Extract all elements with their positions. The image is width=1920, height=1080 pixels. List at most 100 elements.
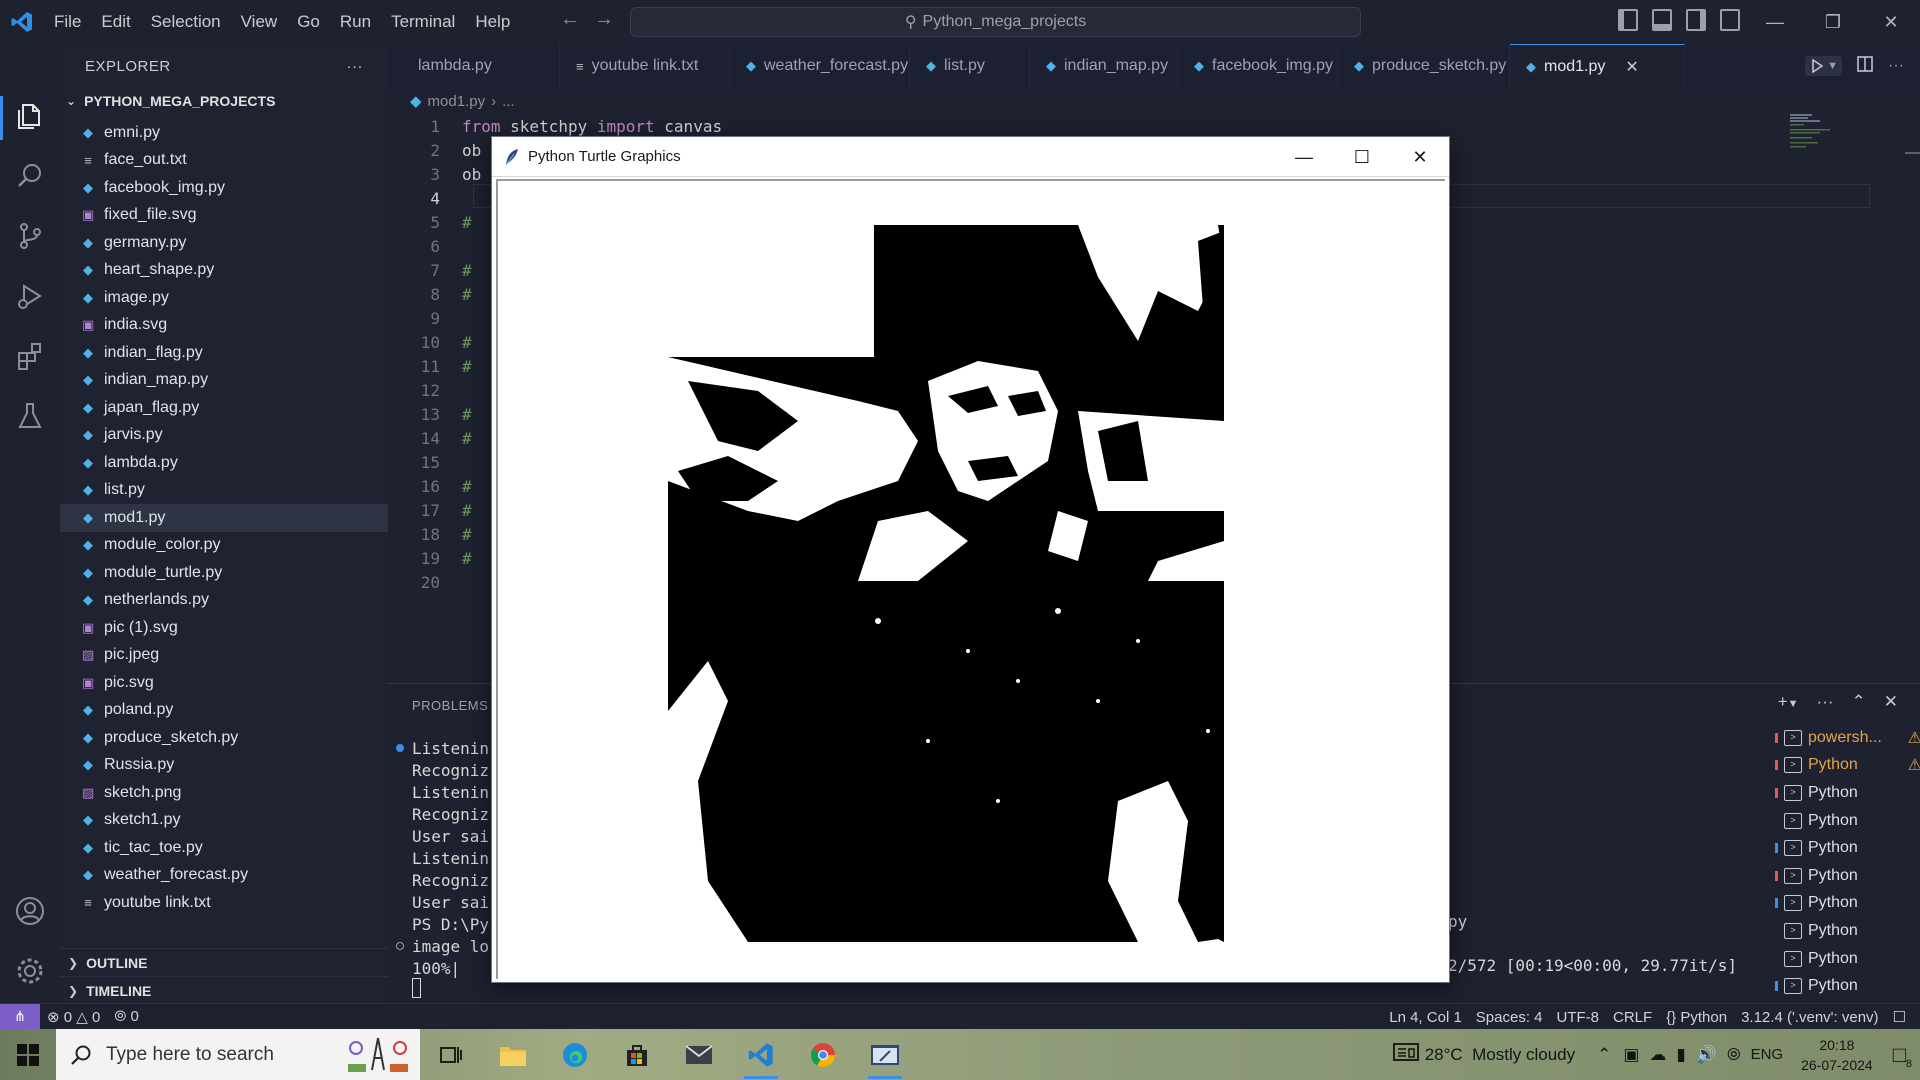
terminal-instance[interactable]: > Python: [1775, 972, 1920, 1000]
minimize-icon[interactable]: —: [1746, 0, 1804, 44]
extensions-icon[interactable]: [14, 340, 46, 372]
file-item[interactable]: ▣ india.svg: [60, 312, 388, 340]
file-item[interactable]: ◆ weather_forecast.py: [60, 862, 388, 890]
task-view-icon[interactable]: [420, 1029, 482, 1080]
terminal-instance[interactable]: > Python: [1775, 834, 1920, 862]
close-tab-icon[interactable]: ✕: [1625, 57, 1638, 77]
file-item[interactable]: ◆ image.py: [60, 284, 388, 312]
breadcrumb-file[interactable]: mod1.py: [428, 93, 486, 110]
taskbar-search[interactable]: Type here to search: [56, 1029, 420, 1080]
remote-indicator-icon[interactable]: ⋔: [0, 1003, 40, 1030]
more-actions-icon[interactable]: ···: [1888, 57, 1904, 75]
terminal-instance[interactable]: > Python: [1784, 945, 1920, 973]
tab-lambda-py[interactable]: lambda.py: [388, 44, 560, 88]
file-item[interactable]: ◆ mod1.py: [60, 504, 388, 532]
problems-status[interactable]: ⊗ 0 △ 0: [40, 1008, 107, 1026]
mail-icon[interactable]: [668, 1029, 730, 1080]
minimap[interactable]: [1788, 112, 1848, 152]
close-icon[interactable]: ✕: [1391, 137, 1449, 177]
tab-weather-forecast-py[interactable]: ◆ weather_forecast.py: [730, 44, 910, 88]
language-mode[interactable]: {} Python: [1659, 1009, 1734, 1026]
toggle-panel-icon[interactable]: [1652, 9, 1672, 31]
file-item[interactable]: ◆ emni.py: [60, 119, 388, 147]
file-item[interactable]: ◆ indian_flag.py: [60, 339, 388, 367]
customize-layout-icon[interactable]: [1720, 9, 1740, 31]
ports-status[interactable]: ⦾ 0: [107, 1008, 146, 1025]
file-item[interactable]: ≡ youtube link.txt: [60, 889, 388, 917]
terminal-instance[interactable]: > Python ⚠: [1775, 752, 1920, 780]
file-item[interactable]: ◆ list.py: [60, 477, 388, 505]
folder-root[interactable]: ⌄ PYTHON_MEGA_PROJECTS: [60, 88, 388, 114]
menu-terminal[interactable]: Terminal: [381, 7, 465, 37]
terminal-instance[interactable]: > Python: [1784, 807, 1920, 835]
edge-browser-icon[interactable]: [544, 1029, 606, 1080]
account-icon[interactable]: [14, 895, 46, 927]
file-item[interactable]: ▨ pic.jpeg: [60, 642, 388, 670]
run-file-icon[interactable]: ▼: [1805, 56, 1843, 76]
terminal-instance[interactable]: > powersh... ⚠: [1775, 724, 1920, 752]
settings-gear-icon[interactable]: [14, 955, 46, 987]
tab-indian-map-py[interactable]: ◆ indian_map.py: [1030, 44, 1178, 88]
cursor-position[interactable]: Ln 4, Col 1: [1382, 1009, 1469, 1026]
toggle-secondary-sidebar-icon[interactable]: [1686, 9, 1706, 31]
file-item[interactable]: ◆ produce_sketch.py: [60, 724, 388, 752]
tab-youtube-link-txt[interactable]: ≡ youtube link.txt: [560, 44, 730, 88]
testing-icon[interactable]: [14, 400, 46, 432]
file-item[interactable]: ≡ face_out.txt: [60, 147, 388, 175]
editor-scrollbar-marker[interactable]: [1905, 152, 1920, 154]
file-item[interactable]: ◆ sketch1.py: [60, 807, 388, 835]
weather-text[interactable]: 28°C Mostly cloudy: [1425, 1045, 1575, 1065]
file-item[interactable]: ◆ japan_flag.py: [60, 394, 388, 422]
outline-section[interactable]: ❯ OUTLINE: [60, 948, 388, 976]
file-item[interactable]: ◆ germany.py: [60, 229, 388, 257]
file-item[interactable]: ◆ Russia.py: [60, 752, 388, 780]
terminal-instance[interactable]: > Python: [1775, 890, 1920, 918]
encoding[interactable]: UTF-8: [1550, 1009, 1607, 1026]
clock[interactable]: 20:18 26-07-2024: [1789, 1035, 1885, 1075]
indentation[interactable]: Spaces: 4: [1469, 1009, 1550, 1026]
python-turtle-taskbar-icon[interactable]: [854, 1029, 916, 1080]
maximize-panel-icon[interactable]: ⌃: [1852, 692, 1866, 712]
terminal-instance[interactable]: > Python: [1775, 779, 1920, 807]
file-item[interactable]: ▨ sketch.png: [60, 779, 388, 807]
terminal-instance[interactable]: > Python: [1775, 862, 1920, 890]
file-item[interactable]: ▣ pic.svg: [60, 669, 388, 697]
command-center[interactable]: ⚲ Python_mega_projects: [630, 7, 1361, 37]
weather-icon[interactable]: [1392, 1042, 1419, 1067]
file-item[interactable]: ◆ heart_shape.py: [60, 257, 388, 285]
menu-file[interactable]: File: [44, 7, 91, 37]
more-actions-icon[interactable]: ···: [1817, 692, 1834, 712]
file-item[interactable]: ◆ netherlands.py: [60, 587, 388, 615]
file-item[interactable]: ◆ facebook_img.py: [60, 174, 388, 202]
vscode-taskbar-icon[interactable]: [730, 1029, 792, 1080]
maximize-icon[interactable]: ☐: [1333, 137, 1391, 177]
menu-go[interactable]: Go: [287, 7, 330, 37]
explorer-icon[interactable]: [14, 100, 46, 132]
terminal-instance[interactable]: > Python: [1784, 917, 1920, 945]
chrome-icon[interactable]: [792, 1029, 854, 1080]
tab-mod1-py[interactable]: ◆ mod1.py ✕: [1510, 44, 1685, 88]
menu-edit[interactable]: Edit: [91, 7, 140, 37]
menu-selection[interactable]: Selection: [141, 7, 231, 37]
notifications-bell-icon[interactable]: ☐: [1886, 1008, 1920, 1026]
back-arrow-icon[interactable]: ←: [560, 8, 580, 31]
search-icon[interactable]: [14, 160, 46, 192]
battery-icon[interactable]: ▮: [1676, 1045, 1685, 1065]
windows-start-icon[interactable]: [0, 1029, 56, 1080]
volume-icon[interactable]: 🔊: [1696, 1045, 1717, 1065]
close-icon[interactable]: ✕: [1862, 0, 1920, 44]
new-terminal-icon[interactable]: +▼: [1778, 692, 1799, 712]
menu-run[interactable]: Run: [330, 7, 381, 37]
split-editor-icon[interactable]: [1856, 55, 1874, 78]
meet-icon[interactable]: ▣: [1623, 1045, 1639, 1065]
python-interpreter[interactable]: 3.12.4 ('.venv': venv): [1734, 1009, 1885, 1026]
close-panel-icon[interactable]: ✕: [1884, 692, 1898, 712]
end-of-line[interactable]: CRLF: [1606, 1009, 1659, 1026]
file-item[interactable]: ◆ jarvis.py: [60, 422, 388, 450]
timeline-section[interactable]: ❯ TIMELINE: [60, 976, 388, 1004]
forward-arrow-icon[interactable]: →: [594, 8, 614, 31]
breadcrumb-rest[interactable]: ...: [502, 93, 515, 110]
source-control-icon[interactable]: [14, 220, 46, 252]
notifications-icon[interactable]: □ 8: [1893, 1042, 1912, 1070]
restore-icon[interactable]: ❐: [1804, 0, 1862, 44]
